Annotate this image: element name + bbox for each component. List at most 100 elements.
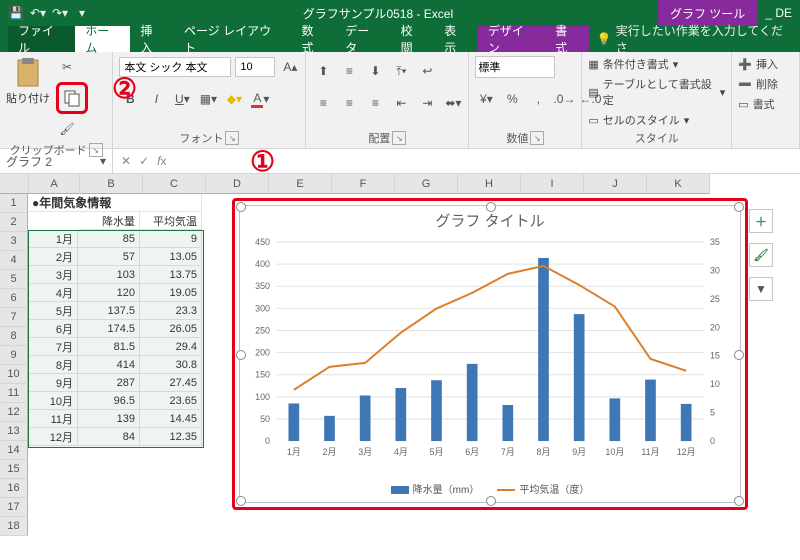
fill-color-button[interactable]: ◆▾ xyxy=(223,88,245,110)
tab-chart-design[interactable]: デザイン xyxy=(478,26,545,52)
row-header[interactable]: 16 xyxy=(0,479,28,498)
row-headers[interactable]: 123456789101112131415161718 xyxy=(0,194,28,536)
orientation-icon[interactable]: ⤒▾ xyxy=(390,60,412,82)
cell[interactable]: 13.05 xyxy=(140,248,202,266)
qat-customize-icon[interactable]: ▾ xyxy=(74,5,90,21)
cell[interactable]: 103 xyxy=(78,266,140,284)
insert-cells-button[interactable]: ➕挿入 xyxy=(738,56,778,72)
cell[interactable]: 3月 xyxy=(28,266,78,284)
legend-item-line[interactable]: 平均気温（度） xyxy=(497,481,589,496)
cell[interactable]: 120 xyxy=(78,284,140,302)
confirm-icon[interactable]: ✓ xyxy=(139,154,149,168)
row-header[interactable]: 14 xyxy=(0,441,28,460)
cell[interactable]: 12月 xyxy=(28,428,78,446)
comma-icon[interactable]: , xyxy=(527,88,549,110)
align-right-icon[interactable]: ≡ xyxy=(364,92,386,114)
chart-legend[interactable]: 降水量（mm） 平均気温（度） xyxy=(240,481,740,496)
inc-decimal-icon[interactable]: .0→ xyxy=(553,88,575,110)
cell[interactable]: 96.5 xyxy=(78,392,140,410)
cell[interactable]: 降水量 xyxy=(78,212,140,230)
indent-inc-icon[interactable]: ⇥ xyxy=(416,92,438,114)
row-header[interactable]: 12 xyxy=(0,403,28,422)
col-header[interactable]: F xyxy=(332,174,395,194)
cell[interactable]: 12.35 xyxy=(140,428,202,446)
paste-button[interactable]: 貼り付け xyxy=(6,56,50,106)
col-header[interactable]: G xyxy=(395,174,458,194)
cell[interactable]: 8月 xyxy=(28,356,78,374)
cell[interactable]: 平均気温 xyxy=(140,212,202,230)
cell[interactable]: 414 xyxy=(78,356,140,374)
tab-page-layout[interactable]: ページ レイアウト xyxy=(174,26,292,52)
col-header[interactable]: E xyxy=(269,174,332,194)
fx-icon[interactable]: fx xyxy=(157,154,166,168)
row-header[interactable]: 15 xyxy=(0,460,28,479)
row-header[interactable]: 5 xyxy=(0,270,28,289)
indent-dec-icon[interactable]: ⇤ xyxy=(390,92,412,114)
tab-formulas[interactable]: 数式 xyxy=(292,26,336,52)
cell[interactable]: 9月 xyxy=(28,374,78,392)
row-header[interactable]: 1 xyxy=(0,194,28,213)
align-middle-icon[interactable]: ≡ xyxy=(338,60,360,82)
cell[interactable]: 137.5 xyxy=(78,302,140,320)
cell[interactable]: ●年間気象情報 xyxy=(28,194,202,212)
cell[interactable]: 5月 xyxy=(28,302,78,320)
chart-filter-button[interactable]: ▼ xyxy=(749,277,773,301)
cell[interactable]: 23.3 xyxy=(140,302,202,320)
cell[interactable]: 57 xyxy=(78,248,140,266)
tab-insert[interactable]: 挿入 xyxy=(130,26,174,52)
percent-icon[interactable]: % xyxy=(501,88,523,110)
row-header[interactable]: 18 xyxy=(0,517,28,536)
chart-styles-button[interactable]: 🖌 xyxy=(749,243,773,267)
col-header[interactable]: H xyxy=(458,174,521,194)
row-header[interactable]: 11 xyxy=(0,384,28,403)
name-box[interactable]: グラフ 2▾ xyxy=(0,149,113,173)
undo-icon[interactable]: ↶▾ xyxy=(30,5,46,21)
font-dialog-icon[interactable]: ↘ xyxy=(225,131,239,145)
font-color-button[interactable]: A▾ xyxy=(249,88,271,110)
col-header[interactable]: C xyxy=(143,174,206,194)
cell[interactable]: 84 xyxy=(78,428,140,446)
cell[interactable]: 23.65 xyxy=(140,392,202,410)
cell[interactable]: 13.75 xyxy=(140,266,202,284)
cell[interactable]: 11月 xyxy=(28,410,78,428)
cell[interactable]: 7月 xyxy=(28,338,78,356)
cell[interactable]: 14.45 xyxy=(140,410,202,428)
cell[interactable]: 27.45 xyxy=(140,374,202,392)
copy-button[interactable] xyxy=(56,82,88,114)
chevron-down-icon[interactable]: ▾ xyxy=(100,154,106,168)
cell[interactable]: 85 xyxy=(78,230,140,248)
tab-data[interactable]: データ xyxy=(335,26,390,52)
format-as-table-button[interactable]: ▤テーブルとして書式設定▾ xyxy=(588,76,725,108)
tab-home[interactable]: ホーム xyxy=(75,26,130,52)
number-dialog-icon[interactable]: ↘ xyxy=(530,131,544,145)
cell[interactable]: 26.05 xyxy=(140,320,202,338)
cell[interactable]: 19.05 xyxy=(140,284,202,302)
worksheet[interactable]: ABCDEFGHIJK 123456789101112131415161718 … xyxy=(0,174,800,560)
cell[interactable]: 2月 xyxy=(28,248,78,266)
legend-item-bar[interactable]: 降水量（mm） xyxy=(391,481,480,496)
cell-styles-button[interactable]: ▭セルのスタイル▾ xyxy=(588,112,725,128)
cell[interactable]: 29.4 xyxy=(140,338,202,356)
align-top-icon[interactable]: ⬆ xyxy=(312,60,334,82)
tab-review[interactable]: 校閲 xyxy=(391,26,435,52)
row-header[interactable]: 3 xyxy=(0,232,28,251)
underline-button[interactable]: U▾ xyxy=(171,88,193,110)
border-button[interactable]: ▦▾ xyxy=(197,88,219,110)
align-center-icon[interactable]: ≡ xyxy=(338,92,360,114)
cell[interactable]: 10月 xyxy=(28,392,78,410)
chart-title[interactable]: グラフ タイトル xyxy=(240,210,740,231)
cell[interactable]: 9 xyxy=(140,230,202,248)
tab-chart-format[interactable]: 書式 xyxy=(545,26,589,52)
save-icon[interactable]: 💾 xyxy=(8,5,24,21)
col-header[interactable]: J xyxy=(584,174,647,194)
align-bottom-icon[interactable]: ⬇ xyxy=(364,60,386,82)
align-left-icon[interactable]: ≡ xyxy=(312,92,334,114)
currency-icon[interactable]: ¥▾ xyxy=(475,88,497,110)
row-header[interactable]: 6 xyxy=(0,289,28,308)
row-header[interactable]: 7 xyxy=(0,308,28,327)
delete-cells-button[interactable]: ➖削除 xyxy=(738,76,778,92)
col-header[interactable]: A xyxy=(29,174,80,194)
wrap-text-button[interactable]: ↩ xyxy=(416,60,438,82)
merge-button[interactable]: ⬌▾ xyxy=(442,92,464,114)
cut-button[interactable]: ✂ xyxy=(56,56,78,78)
